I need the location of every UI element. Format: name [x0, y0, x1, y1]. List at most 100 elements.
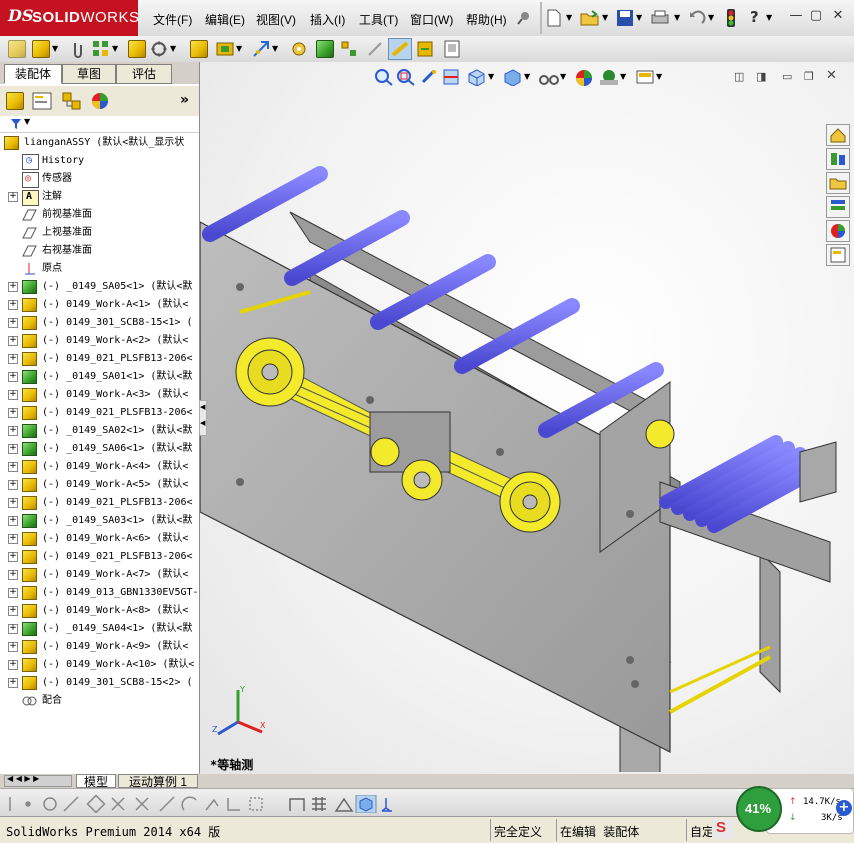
tree-expand-icon[interactable]: +	[8, 444, 18, 454]
linear-pattern-icon[interactable]	[92, 40, 110, 58]
move-dropdown-icon[interactable]: ▼	[170, 44, 176, 53]
menu-tools[interactable]: 工具(T)	[359, 11, 398, 28]
tree-item[interactable]: 上视基准面	[0, 224, 199, 242]
menu-window[interactable]: 窗口(W)	[410, 11, 453, 28]
tree-expand-icon[interactable]: +	[8, 498, 18, 508]
tree-item[interactable]: 前视基准面	[0, 206, 199, 224]
zoom-to-fit-icon[interactable]	[374, 68, 394, 86]
view-orientation-icon[interactable]	[466, 68, 486, 86]
edit-appearance-icon[interactable]	[574, 68, 594, 88]
tree-item[interactable]: + (-) _0149_SA02<1> (默认<默	[0, 422, 199, 440]
tree-expand-icon[interactable]: +	[8, 552, 18, 562]
task-pane-design-library[interactable]	[826, 172, 850, 194]
view-tools-strip[interactable]	[288, 795, 408, 813]
hide-show-dropdown-icon[interactable]: ▼	[560, 72, 566, 81]
show-hidden-icon[interactable]	[190, 40, 208, 58]
tree-expand-icon[interactable]: +	[8, 354, 18, 364]
tree-item[interactable]: 右视基准面	[0, 242, 199, 260]
filter-dropdown-icon[interactable]: ▼	[24, 117, 30, 126]
tree-expand-icon[interactable]: +	[8, 678, 18, 688]
close-icon[interactable]: ✕	[830, 8, 846, 24]
reference-dropdown-icon[interactable]: ▼	[272, 44, 278, 53]
menu-file[interactable]: 文件(F)	[153, 11, 192, 28]
solidworks-logo[interactable]: DS SOLIDWORKS	[0, 0, 139, 36]
tree-expand-icon[interactable]: +	[8, 462, 18, 472]
tree-item[interactable]: + (-) 0149_Work-A<2> (默认<	[0, 332, 199, 350]
task-pane-home[interactable]	[826, 124, 850, 146]
tree-item[interactable]: + A 注解	[0, 188, 199, 206]
display-style-icon[interactable]	[502, 68, 522, 86]
tree-item[interactable]: + (-) 0149_Work-A<5> (默认<	[0, 476, 199, 494]
tree-item[interactable]: + (-) 0149_301_SCB8-15<1> (	[0, 314, 199, 332]
apply-scene-icon[interactable]	[598, 68, 620, 86]
tree-item[interactable]: + (-) 0149_Work-A<1> (默认<	[0, 296, 199, 314]
task-pane-custom-properties[interactable]	[826, 244, 850, 266]
tree-item[interactable]: 配合	[0, 692, 199, 710]
tree-item[interactable]: + (-) _0149_SA05<1> (默认<默	[0, 278, 199, 296]
tab-evaluate[interactable]: 评估	[116, 64, 172, 84]
tree-expand-icon[interactable]: +	[8, 606, 18, 616]
tree-expand-icon[interactable]: +	[8, 588, 18, 598]
tree-expand-icon[interactable]: +	[8, 516, 18, 526]
tree-expand-icon[interactable]: +	[8, 300, 18, 310]
sketch-tools-strip[interactable]	[6, 795, 286, 813]
configuration-manager-icon[interactable]	[62, 92, 82, 110]
view-settings-dropdown-icon[interactable]: ▼	[656, 72, 662, 81]
sheet-icon[interactable]	[444, 40, 460, 58]
graphics-area[interactable]: ▼ ▼ ▼ ▼ ▼ ◫ ◨ ▭ ❐ ✕ Y X Z	[200, 62, 854, 774]
menu-view[interactable]: 视图(V)	[256, 11, 296, 28]
tab-assembly[interactable]: 装配体	[4, 64, 62, 84]
move-component-icon[interactable]	[150, 40, 168, 58]
tree-item[interactable]: + (-) 0149_021_PLSFB13-206<	[0, 548, 199, 566]
tree-item[interactable]: + (-) _0149_SA01<1> (默认<默	[0, 368, 199, 386]
panel-expand-icon[interactable]: »	[180, 92, 189, 108]
tree-expand-icon[interactable]: +	[8, 408, 18, 418]
features-dropdown-icon[interactable]: ▼	[236, 44, 242, 53]
tree-item[interactable]: + (-) 0149_021_PLSFB13-206<	[0, 494, 199, 512]
tab-model[interactable]: 模型	[76, 774, 116, 789]
property-manager-icon[interactable]	[32, 92, 52, 110]
save-icon[interactable]	[616, 9, 634, 27]
new-part-icon[interactable]	[8, 40, 26, 58]
help-question-icon[interactable]: ?	[750, 8, 759, 26]
tree-item[interactable]: + (-) 0149_Work-A<3> (默认<	[0, 386, 199, 404]
tree-expand-icon[interactable]: +	[8, 660, 18, 670]
tree-item[interactable]: + (-) 0149_301_SCB8-15<2> (	[0, 674, 199, 692]
tree-item[interactable]: ◎ 传感器	[0, 170, 199, 188]
rebuild-traffic-light-icon[interactable]	[726, 8, 736, 28]
assembly-features-icon[interactable]	[216, 40, 234, 58]
filter-funnel-icon[interactable]	[10, 118, 22, 130]
zoom-to-area-icon[interactable]	[396, 68, 416, 86]
tree-expand-icon[interactable]: +	[8, 480, 18, 490]
tree-item[interactable]: + (-) _0149_SA03<1> (默认<默	[0, 512, 199, 530]
tree-item[interactable]: + (-) 0149_013_GBN1330EV5GT-	[0, 584, 199, 602]
task-pane-appearances[interactable]	[826, 220, 850, 242]
previous-view-icon[interactable]	[420, 68, 438, 86]
new-motion-study-icon[interactable]	[290, 40, 308, 58]
tab-sketch[interactable]: 草图	[62, 64, 116, 84]
tree-expand-icon[interactable]: +	[8, 642, 18, 652]
scene-dropdown-icon[interactable]: ▼	[620, 72, 626, 81]
task-pane-file-explorer[interactable]	[826, 196, 850, 218]
tree-expand-icon[interactable]: +	[8, 426, 18, 436]
panel-collapse-handle[interactable]: ◀ ◀	[199, 400, 207, 436]
tree-item[interactable]: + (-) 0149_Work-A<10> (默认<	[0, 656, 199, 674]
undo-dropdown-icon[interactable]: ▼	[708, 13, 714, 22]
bill-of-materials-icon[interactable]	[316, 40, 334, 58]
tree-item[interactable]: + (-) 0149_Work-A<6> (默认<	[0, 530, 199, 548]
tree-item[interactable]: + (-) 0149_021_PLSFB13-206<	[0, 404, 199, 422]
tree-item[interactable]: lianganASSY (默认<默认_显示状	[0, 134, 199, 152]
display-manager-icon[interactable]	[90, 92, 110, 110]
tab-motion-study[interactable]: 运动算例 1	[118, 774, 198, 789]
tree-item[interactable]: + (-) 0149_Work-A<7> (默认<	[0, 566, 199, 584]
tree-item[interactable]: + (-) 0149_021_PLSFB13-206<	[0, 350, 199, 368]
tree-item[interactable]: + (-) 0149_Work-A<8> (默认<	[0, 602, 199, 620]
section-view-icon[interactable]	[442, 68, 460, 86]
view-settings-icon[interactable]	[636, 68, 654, 86]
tree-item[interactable]: + (-) 0149_Work-A<4> (默认<	[0, 458, 199, 476]
viewport-split-icon[interactable]: ◨	[756, 70, 766, 83]
minimize-icon[interactable]: —	[788, 8, 804, 24]
tree-item[interactable]: + (-) _0149_SA06<1> (默认<默	[0, 440, 199, 458]
print-icon[interactable]	[650, 9, 670, 27]
print-dropdown-icon[interactable]: ▼	[674, 13, 680, 22]
